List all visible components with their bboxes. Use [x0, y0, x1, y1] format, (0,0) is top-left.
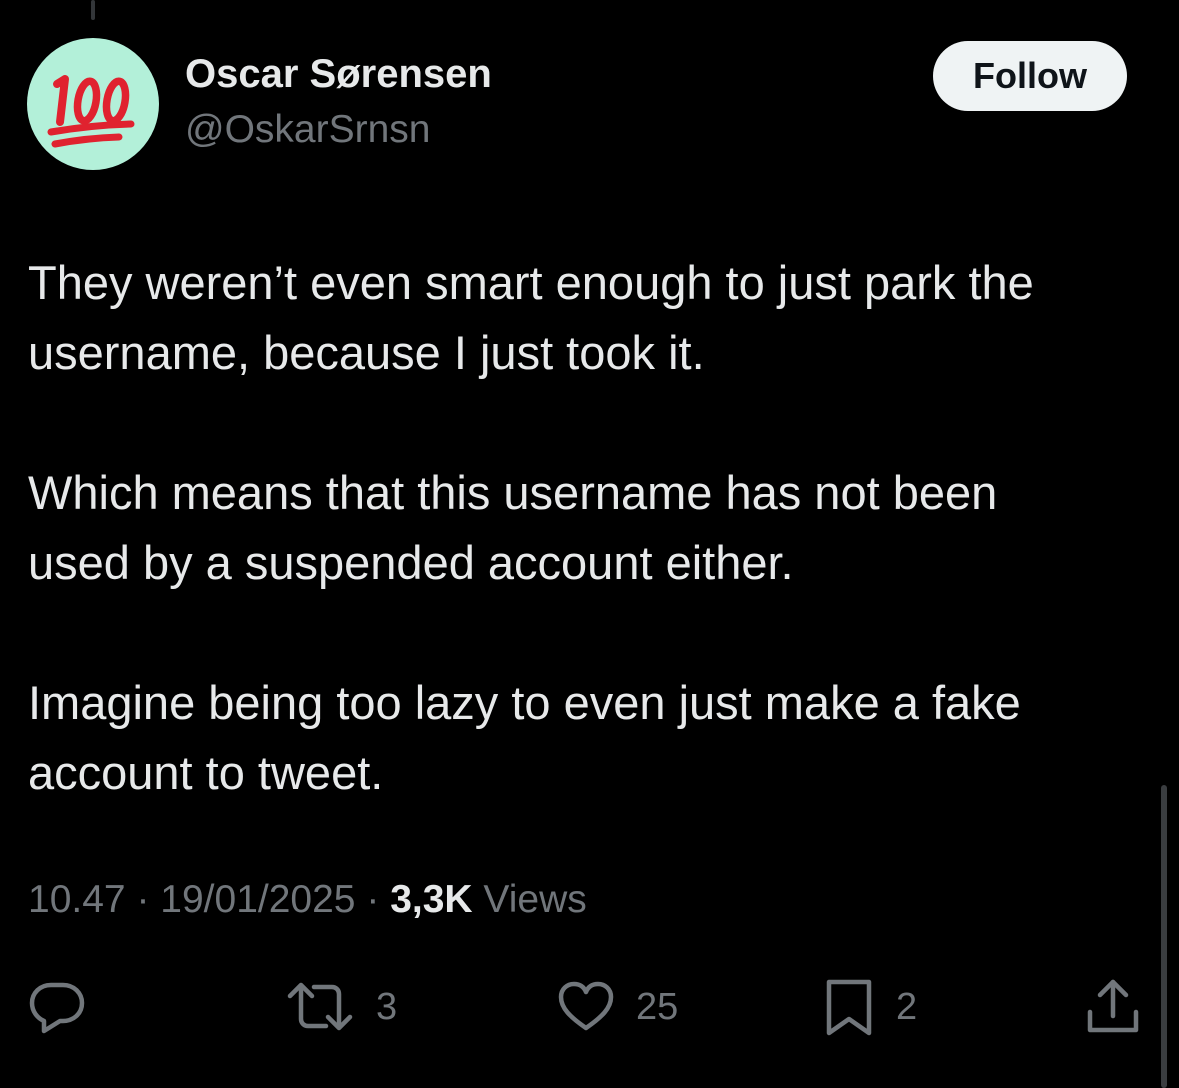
tweet-paragraph: Imagine being too lazy to even just make… [28, 676, 1021, 799]
retweet-button[interactable]: 3 [284, 975, 397, 1039]
like-count: 25 [636, 985, 679, 1028]
author-handle[interactable]: @OskarSrnsn [185, 108, 430, 152]
thread-connector-line [91, 0, 95, 20]
tweet-paragraph: They weren’t even smart enough to just p… [28, 256, 1034, 379]
meta-separator: · [136, 878, 150, 921]
like-button[interactable]: 25 [556, 975, 678, 1039]
follow-button[interactable]: Follow [933, 41, 1127, 111]
retweet-count: 3 [376, 985, 398, 1028]
scrollbar[interactable] [1161, 785, 1167, 1088]
bookmark-icon [826, 979, 872, 1036]
views-count: 3,3K [390, 878, 473, 921]
tweet-meta: 10.47 · 19/01/2025 · 3,3K Views [28, 878, 587, 922]
tweet-date[interactable]: 19/01/2025 [160, 878, 355, 921]
meta-separator: · [366, 878, 380, 921]
retweet-icon [287, 982, 353, 1031]
views-label: Views [483, 878, 587, 921]
share-icon [1087, 979, 1139, 1033]
action-bar: 3 25 2 [0, 975, 1179, 1045]
bookmark-count: 2 [896, 985, 918, 1028]
tweet-paragraph: Which means that this username has not b… [28, 466, 998, 589]
heart-icon [558, 981, 614, 1031]
reply-icon [29, 982, 85, 1034]
reply-button[interactable] [26, 975, 88, 1039]
author-display-name[interactable]: Oscar Sørensen [185, 52, 492, 97]
100-emoji-icon [47, 75, 135, 148]
tweet-text: They weren’t even smart enough to just p… [28, 248, 1148, 808]
bookmark-button[interactable]: 2 [824, 975, 917, 1039]
tweet-time[interactable]: 10.47 [28, 878, 126, 921]
share-button[interactable] [1084, 975, 1142, 1039]
avatar[interactable] [27, 38, 159, 170]
